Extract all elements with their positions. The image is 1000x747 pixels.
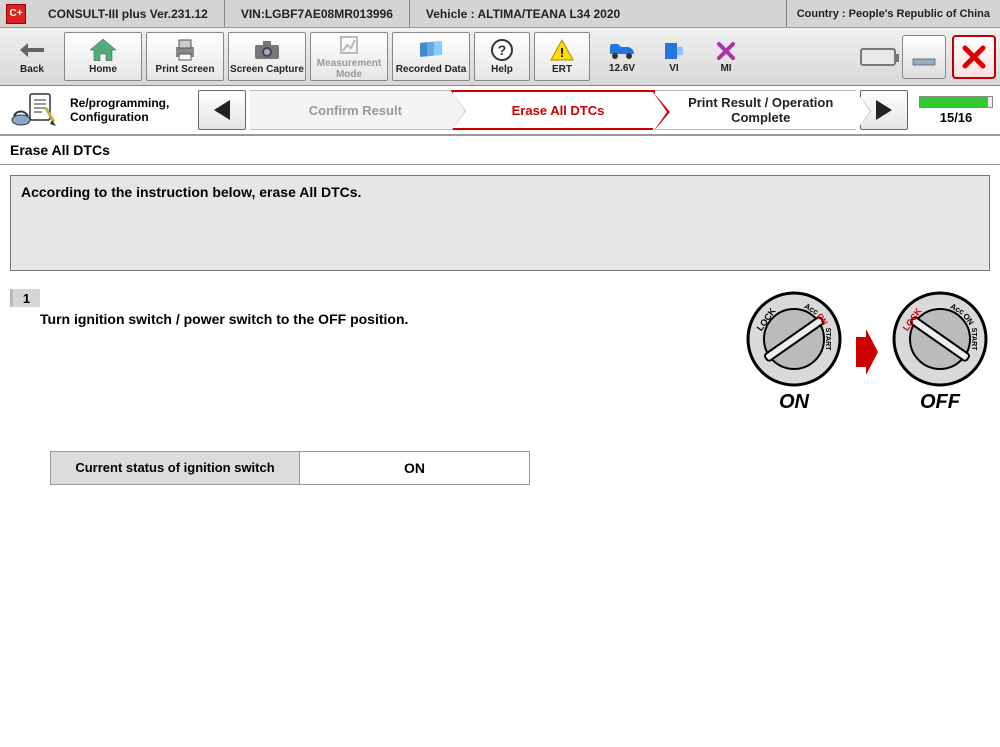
- recorded-label: Recorded Data: [396, 64, 467, 75]
- wizard-step-next: Print Result / Operation Complete: [655, 90, 856, 130]
- system-tray: [860, 32, 996, 81]
- minimize-button[interactable]: [902, 35, 946, 79]
- main-content: According to the instruction below, eras…: [0, 165, 1000, 495]
- back-label: Back: [20, 64, 44, 75]
- instruction-box: According to the instruction below, eras…: [10, 175, 990, 271]
- section-title: Erase All DTCs: [0, 136, 1000, 165]
- ignition-dial-on-icon: LOCK Acc ON START: [744, 289, 844, 389]
- measurement-icon: [333, 33, 365, 56]
- help-icon: ?: [486, 38, 518, 62]
- vi-label: VI: [669, 63, 678, 74]
- app-name: CONSULT-III plus Ver.231.12: [32, 7, 224, 21]
- ignition-dial-off-icon: LOCK Acc ON START: [890, 289, 990, 389]
- mi-status: MI: [702, 39, 750, 74]
- ignition-status-row: Current status of ignition switch ON: [50, 451, 990, 485]
- recorded-data-button[interactable]: Recorded Data: [392, 32, 470, 81]
- warning-triangle-icon: !: [546, 38, 578, 62]
- home-label: Home: [89, 64, 117, 75]
- vin-label: VIN:LGBF7AE08MR013996: [225, 7, 409, 21]
- wizard-step-prev: Confirm Result: [250, 90, 451, 130]
- task-icon: [0, 86, 70, 134]
- triangle-left-icon: [212, 98, 232, 122]
- dial-on: LOCK Acc ON START ON: [744, 289, 844, 414]
- wizard-prev-button[interactable]: [198, 90, 246, 130]
- vi-device-icon: [663, 39, 685, 63]
- toolbar: Back Home Print Screen Screen Capture Me…: [0, 28, 1000, 86]
- back-arrow-icon: [16, 38, 48, 62]
- battery-icon: [860, 48, 896, 66]
- step-block: 1 Turn ignition switch / power switch to…: [10, 289, 990, 485]
- arrow-right-icon: [854, 327, 880, 377]
- ignition-status-label: Current status of ignition switch: [50, 451, 300, 485]
- svg-text:?: ?: [498, 42, 507, 58]
- wizard-step-current: Erase All DTCs: [451, 90, 656, 130]
- help-button[interactable]: ? Help: [474, 32, 530, 81]
- print-screen-button[interactable]: Print Screen: [146, 32, 224, 81]
- country-label: Country : People's Republic of China: [787, 6, 1000, 22]
- svg-text:START: START: [970, 328, 977, 352]
- dial-on-caption: ON: [779, 391, 809, 414]
- progress-fill: [920, 97, 988, 107]
- vehicle-label: Vehicle : ALTIMA/TEANA L34 2020: [410, 7, 636, 21]
- ignition-status-value: ON: [300, 451, 530, 485]
- measurement-mode-button: Measurement Mode: [310, 32, 388, 81]
- printer-icon: [169, 38, 201, 62]
- ert-label: ERT: [552, 64, 572, 75]
- close-button[interactable]: [952, 35, 996, 79]
- vi-status: VI: [650, 39, 698, 74]
- voltage-status: 12.6V: [598, 39, 646, 74]
- screen-capture-button[interactable]: Screen Capture: [228, 32, 306, 81]
- task-label: Re/programming, Configuration: [70, 86, 194, 134]
- help-label: Help: [491, 64, 513, 75]
- svg-text:!: !: [560, 45, 564, 60]
- camera-icon: [251, 38, 283, 62]
- back-button[interactable]: Back: [4, 32, 60, 81]
- ert-button[interactable]: ! ERT: [534, 32, 590, 81]
- x-mark-icon: [716, 39, 736, 63]
- svg-text:START: START: [824, 328, 831, 352]
- wizard-bar: Re/programming, Configuration Confirm Re…: [0, 86, 1000, 136]
- progress-text: 15/16: [940, 110, 973, 125]
- voltage-value: 12.6V: [609, 63, 635, 74]
- capture-label: Screen Capture: [230, 64, 304, 75]
- recorded-data-icon: [415, 38, 447, 62]
- dial-off-caption: OFF: [920, 391, 960, 414]
- mi-label: MI: [720, 63, 731, 74]
- status-cluster: 12.6V VI MI: [594, 32, 754, 81]
- measurement-label: Measurement Mode: [311, 58, 387, 80]
- info-bar: C+ CONSULT-III plus Ver.231.12 VIN:LGBF7…: [0, 0, 1000, 28]
- app-badge-icon: C+: [6, 4, 26, 24]
- progress-bar: [919, 96, 993, 108]
- print-label: Print Screen: [156, 64, 215, 75]
- triangle-right-icon: [874, 98, 894, 122]
- minimize-icon: [910, 47, 938, 67]
- instruction-text: According to the instruction below, eras…: [21, 184, 361, 200]
- home-icon: [87, 38, 119, 62]
- car-icon: [607, 39, 637, 63]
- wizard-progress: 15/16: [916, 90, 996, 130]
- home-button[interactable]: Home: [64, 32, 142, 81]
- close-x-icon: [961, 44, 987, 70]
- dial-off: LOCK Acc ON START OFF: [890, 289, 990, 414]
- ignition-diagram: LOCK Acc ON START ON: [744, 289, 990, 414]
- step-number-badge: 1: [10, 289, 40, 307]
